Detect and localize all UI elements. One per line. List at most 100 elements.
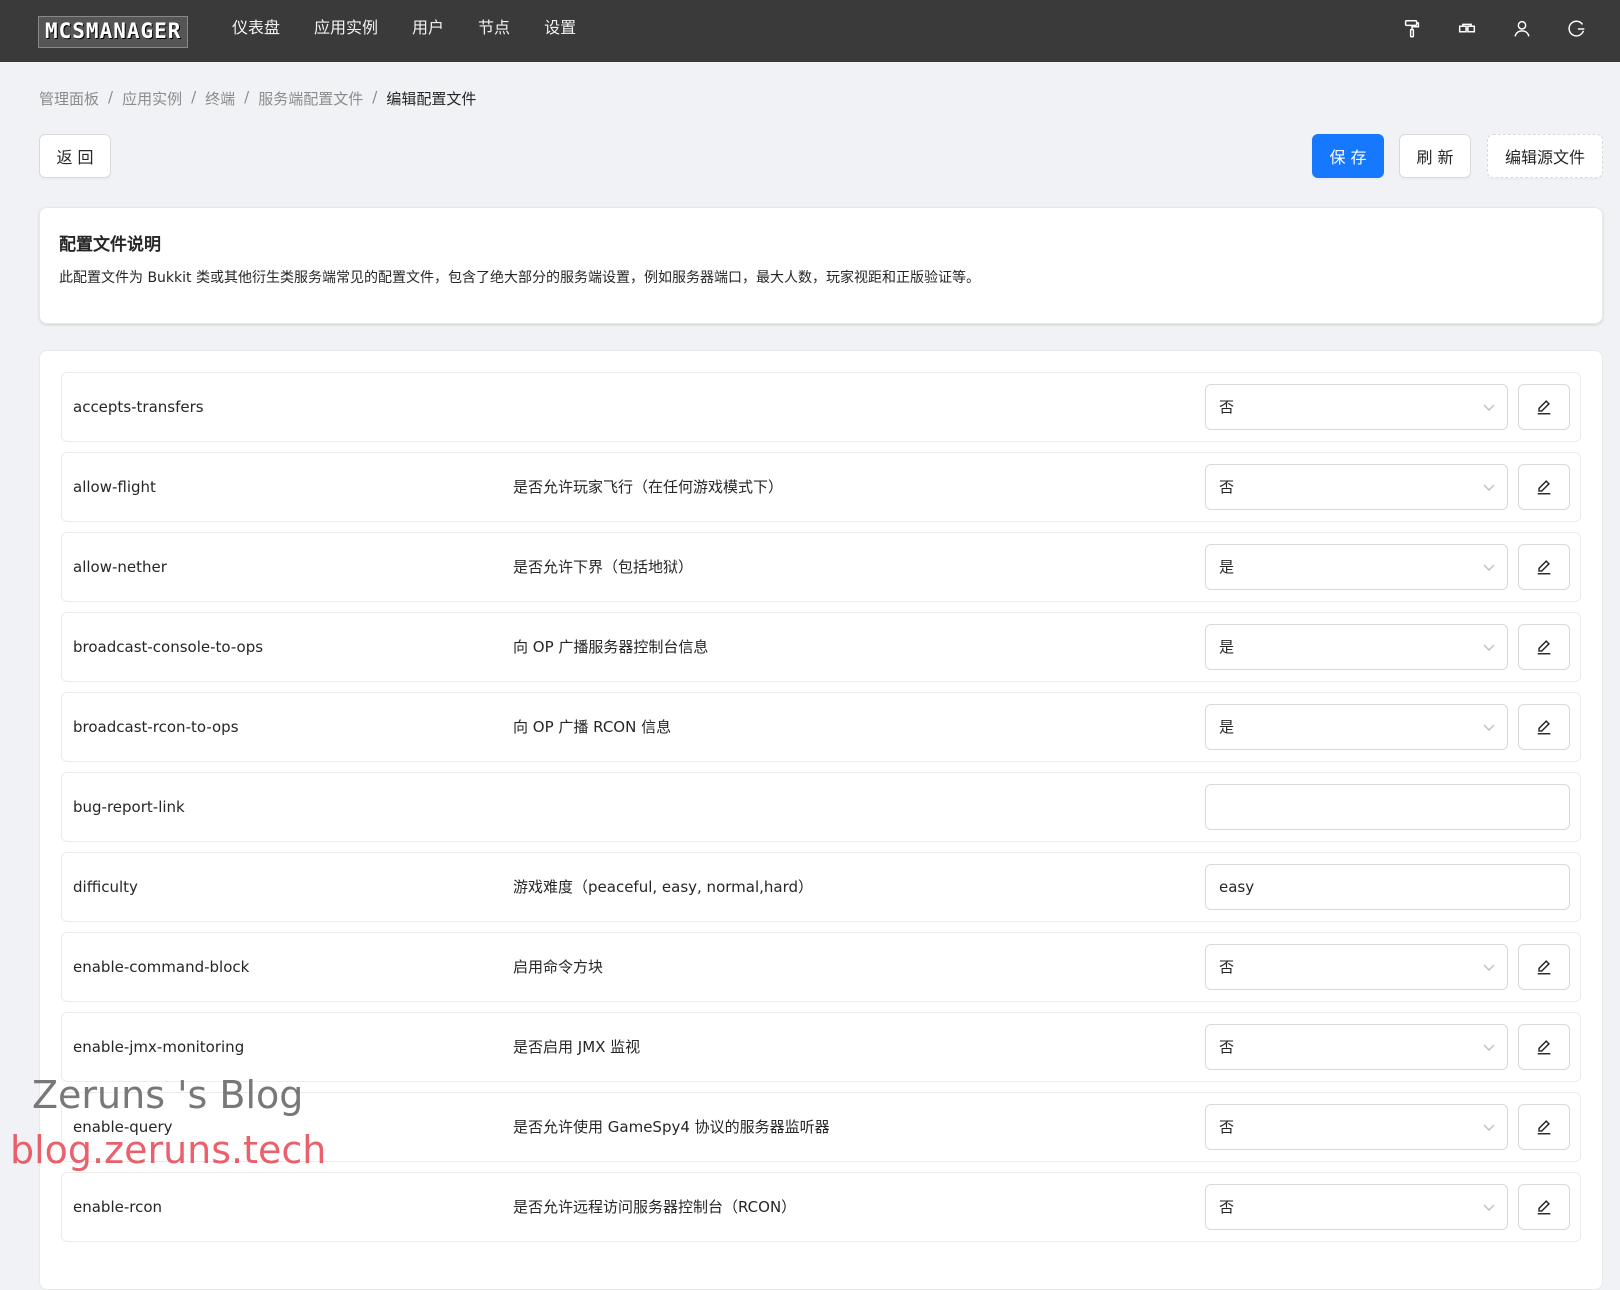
edit-value-button[interactable] (1518, 1104, 1570, 1150)
chevron-down-icon (1481, 639, 1497, 655)
chevron-down-icon (1481, 719, 1497, 735)
layout-icon[interactable] (1456, 18, 1478, 40)
select-value: 否 (1219, 958, 1235, 976)
select-value: 否 (1219, 1038, 1235, 1056)
edit-value-button[interactable] (1518, 944, 1570, 990)
config-row-broadcast-rcon-to-ops: broadcast-rcon-to-ops 向 OP 广播 RCON 信息 是 (61, 692, 1581, 762)
config-value-select[interactable]: 否 (1205, 1024, 1508, 1070)
top-icons (1368, 18, 1588, 40)
nav-settings[interactable]: 设置 (544, 0, 576, 62)
pencil-icon (1535, 958, 1553, 976)
edit-value-button[interactable] (1518, 704, 1570, 750)
breadcrumb: 管理面板 / 应用实例 / 终端 / 服务端配置文件 / 编辑配置文件 (39, 88, 476, 109)
pencil-icon (1535, 1118, 1553, 1136)
watermark-blog-name: Zeruns 's Blog (32, 1073, 304, 1117)
config-description-card: 配置文件说明 此配置文件为 Bukkit 类或其他衍生类服务端常见的配置文件，包… (39, 207, 1603, 324)
logout-icon[interactable] (1566, 18, 1588, 40)
config-key: allow-flight (73, 478, 156, 496)
breadcrumb-item-current: 编辑配置文件 (386, 90, 477, 108)
chevron-down-icon (1481, 479, 1497, 495)
pencil-icon (1535, 1038, 1553, 1056)
config-key: allow-nether (73, 558, 167, 576)
breadcrumb-item-instances[interactable]: 应用实例 (122, 88, 182, 109)
watermark-blog-url: blog.zeruns.tech (10, 1128, 327, 1172)
config-description: 游戏难度（peaceful, easy, normal,hard） (513, 878, 814, 896)
config-description: 是否允许下界（包括地狱） (513, 558, 694, 576)
save-button[interactable]: 保 存 (1312, 134, 1384, 178)
breadcrumb-separator: / (372, 88, 378, 106)
breadcrumb-separator: / (108, 88, 114, 106)
config-key: broadcast-console-to-ops (73, 638, 264, 656)
edit-value-button[interactable] (1518, 384, 1570, 430)
config-value-select[interactable]: 否 (1205, 1104, 1508, 1150)
select-value: 否 (1219, 398, 1235, 416)
select-value: 否 (1219, 1118, 1235, 1136)
top-navbar: MCSMANAGER 仪表盘 应用实例 用户 节点 设置 (0, 0, 1620, 62)
config-description: 向 OP 广播服务器控制台信息 (513, 638, 709, 656)
pencil-icon (1535, 558, 1553, 576)
card-description: 此配置文件为 Bukkit 类或其他衍生类服务端常见的配置文件，包含了绝大部分的… (59, 270, 980, 286)
edit-value-button[interactable] (1518, 1184, 1570, 1230)
card-title: 配置文件说明 (59, 235, 161, 255)
breadcrumb-item-terminal[interactable]: 终端 (205, 88, 235, 109)
config-value-select[interactable]: 否 (1205, 464, 1508, 510)
config-description: 是否允许远程访问服务器控制台（RCON） (513, 1198, 797, 1216)
config-row-broadcast-console-to-ops: broadcast-console-to-ops 向 OP 广播服务器控制台信息 是 (61, 612, 1581, 682)
config-value-select[interactable]: 否 (1205, 384, 1508, 430)
config-value-input[interactable] (1205, 784, 1570, 830)
edit-value-button[interactable] (1518, 1024, 1570, 1070)
config-description: 启用命令方块 (513, 958, 604, 976)
user-icon[interactable] (1511, 18, 1533, 40)
pencil-icon (1535, 1198, 1553, 1216)
chevron-down-icon (1481, 959, 1497, 975)
config-key: accepts-transfers (73, 398, 204, 416)
config-value-select[interactable]: 否 (1205, 944, 1508, 990)
breadcrumb-item-panel[interactable]: 管理面板 (39, 88, 99, 109)
config-key: enable-command-block (73, 958, 250, 976)
config-value-select[interactable]: 否 (1205, 1184, 1508, 1230)
nav-nodes[interactable]: 节点 (478, 0, 510, 62)
nav-dashboard[interactable]: 仪表盘 (232, 0, 280, 62)
edit-value-button[interactable] (1518, 464, 1570, 510)
config-description: 是否允许玩家飞行（在任何游戏模式下） (513, 478, 784, 496)
pencil-icon (1535, 398, 1553, 416)
select-value: 是 (1219, 638, 1235, 656)
chevron-down-icon (1481, 1119, 1497, 1135)
back-button[interactable]: 返 回 (39, 134, 111, 178)
edit-value-button[interactable] (1518, 624, 1570, 670)
nav-instances[interactable]: 应用实例 (314, 0, 378, 62)
config-row-enable-jmx-monitoring: enable-jmx-monitoring 是否启用 JMX 监视 否 (61, 1012, 1581, 1082)
config-row-difficulty: difficulty 游戏难度（peaceful, easy, normal,ha… (61, 852, 1581, 922)
config-value-input[interactable] (1205, 864, 1570, 910)
select-value: 否 (1219, 1198, 1235, 1216)
chevron-down-icon (1481, 559, 1497, 575)
chevron-down-icon (1481, 1199, 1497, 1215)
config-row-bug-report-link: bug-report-link (61, 772, 1581, 842)
paint-roller-icon[interactable] (1401, 18, 1423, 40)
select-value: 否 (1219, 478, 1235, 496)
refresh-button[interactable]: 刷 新 (1399, 134, 1471, 178)
config-value-select[interactable]: 是 (1205, 704, 1508, 750)
config-description: 向 OP 广播 RCON 信息 (513, 718, 672, 736)
chevron-down-icon (1481, 399, 1497, 415)
config-row-allow-flight: allow-flight 是否允许玩家飞行（在任何游戏模式下） 否 (61, 452, 1581, 522)
main-nav: 仪表盘 应用实例 用户 节点 设置 (232, 0, 610, 62)
pencil-icon (1535, 718, 1553, 736)
config-value-select[interactable]: 是 (1205, 624, 1508, 670)
pencil-icon (1535, 478, 1553, 496)
config-row-enable-command-block: enable-command-block 启用命令方块 否 (61, 932, 1581, 1002)
edit-value-button[interactable] (1518, 544, 1570, 590)
chevron-down-icon (1481, 1039, 1497, 1055)
select-value: 是 (1219, 558, 1235, 576)
nav-users[interactable]: 用户 (412, 0, 444, 62)
pencil-icon (1535, 638, 1553, 656)
config-key: bug-report-link (73, 798, 185, 816)
config-key: broadcast-rcon-to-ops (73, 718, 239, 736)
config-key: enable-rcon (73, 1198, 163, 1216)
edit-source-button[interactable]: 编辑源文件 (1487, 134, 1603, 178)
config-key: enable-jmx-monitoring (73, 1038, 245, 1056)
config-row-allow-nether: allow-nether 是否允许下界（包括地狱） 是 (61, 532, 1581, 602)
config-value-select[interactable]: 是 (1205, 544, 1508, 590)
app-logo[interactable]: MCSMANAGER (38, 16, 189, 48)
breadcrumb-item-server-config[interactable]: 服务端配置文件 (258, 88, 363, 109)
